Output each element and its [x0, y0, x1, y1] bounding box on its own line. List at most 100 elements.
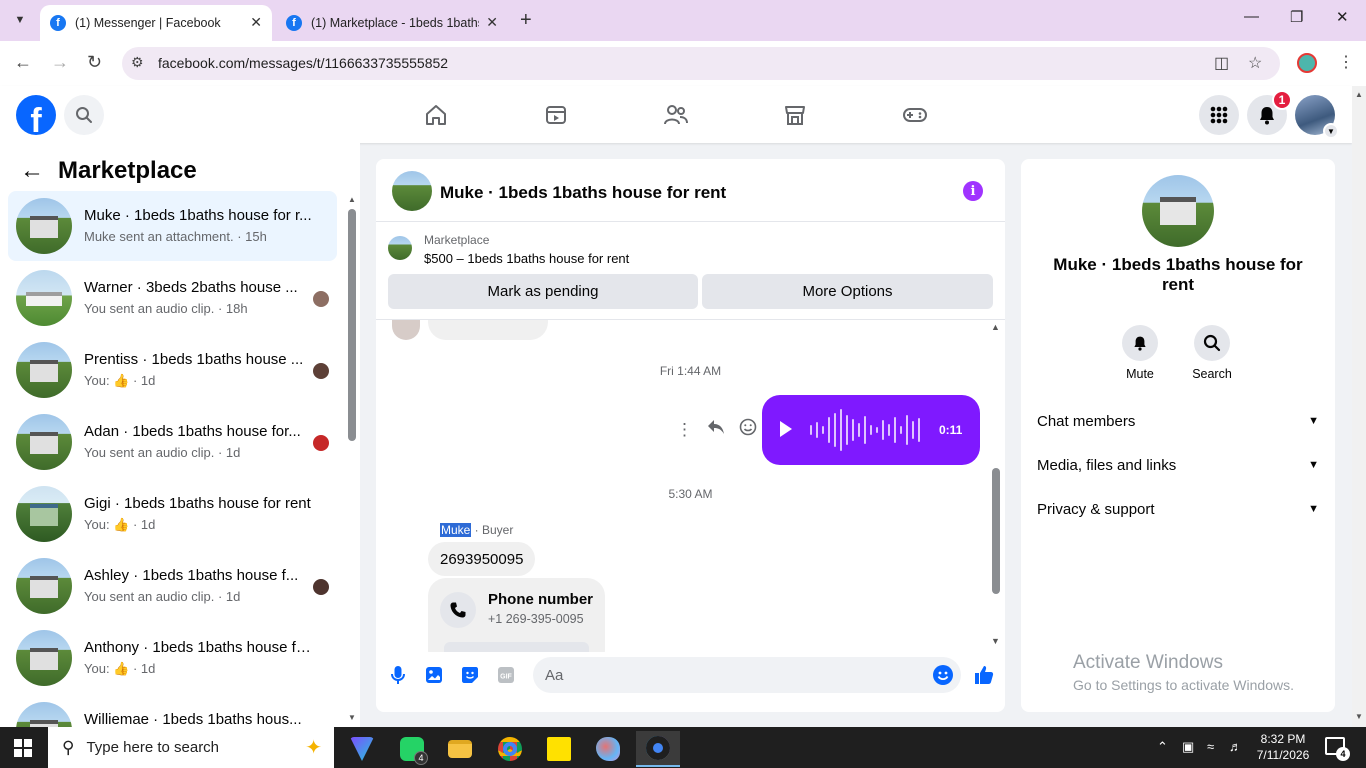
scroll-down-arrow-icon[interactable]: ▼: [1355, 712, 1363, 721]
conversation-item[interactable]: Ashley · 1beds 1baths house f... You sen…: [8, 551, 337, 621]
sticker-icon[interactable]: [460, 665, 480, 685]
video-icon[interactable]: [541, 100, 571, 130]
scroll-up-arrow-icon[interactable]: ▲: [1355, 90, 1363, 99]
taskbar-search-box[interactable]: ⚲ Type here to search ✦: [48, 727, 334, 768]
scroll-down-arrow-icon[interactable]: ▼: [991, 636, 1000, 646]
vpn-app-icon[interactable]: [342, 731, 382, 767]
privacy-support-section[interactable]: Privacy & support ▼: [1037, 495, 1319, 523]
restore-icon[interactable]: ❐: [1290, 8, 1303, 26]
media-files-links-section[interactable]: Media, files and links ▼: [1037, 451, 1319, 479]
browser-profile-icon[interactable]: [1297, 53, 1317, 73]
listing-avatar: [16, 342, 72, 398]
more-vertical-icon[interactable]: ⋮: [676, 420, 693, 440]
gif-icon[interactable]: GIF: [496, 665, 516, 685]
image-attach-icon[interactable]: [424, 665, 444, 685]
menu-grid-icon[interactable]: [1199, 95, 1239, 135]
mute-button[interactable]: Mute: [1110, 325, 1170, 381]
thumbs-up-icon: 👍: [113, 517, 130, 532]
message-scrollbar[interactable]: ▲ ▼: [989, 320, 1003, 652]
scroll-up-arrow-icon[interactable]: ▲: [991, 322, 1000, 332]
conversation-item[interactable]: Muke · 1beds 1baths house for r... Muke …: [8, 191, 337, 261]
scroll-up-arrow-icon[interactable]: ▲: [348, 195, 356, 204]
file-explorer-icon[interactable]: [440, 731, 480, 767]
whatsapp-app-icon[interactable]: 4: [392, 731, 432, 767]
tab-messenger[interactable]: f (1) Messenger | Facebook ✕: [40, 5, 272, 41]
conversation-item[interactable]: Adan · 1beds 1baths house for... You sen…: [8, 407, 337, 477]
search-icon[interactable]: [64, 95, 104, 135]
conversation-item[interactable]: Williemae · 1beds 1baths hous...: [8, 695, 337, 727]
facebook-logo-icon[interactable]: f: [16, 95, 56, 135]
home-icon[interactable]: [421, 100, 451, 130]
conversation-item[interactable]: Gigi · 1beds 1baths house for rent You: …: [8, 479, 337, 549]
close-tab-icon[interactable]: ✕: [486, 14, 498, 31]
message-actions: ⋮: [676, 418, 757, 441]
network-icon[interactable]: ≈: [1207, 739, 1214, 754]
listing-thumbnail[interactable]: [388, 236, 412, 260]
svg-text:GIF: GIF: [500, 674, 512, 681]
forward-arrow-icon[interactable]: →: [51, 52, 69, 73]
emoji-icon[interactable]: [933, 665, 953, 685]
back-arrow-icon[interactable]: ←: [14, 52, 32, 73]
taskbar-clock[interactable]: 8:32 PM 7/11/2026: [1253, 731, 1313, 763]
address-bar[interactable]: ⚙ facebook.com/messages/t/11666337355558…: [122, 47, 1280, 80]
chrome-active-app-icon[interactable]: [636, 731, 680, 767]
bookmark-star-icon[interactable]: ☆: [1248, 53, 1262, 73]
conversation-list-scrollbar[interactable]: ▲ ▼: [346, 193, 358, 723]
search-in-conversation-button[interactable]: Search: [1182, 325, 1242, 381]
conversation-name: Warner · 3beds 2baths house ...: [84, 279, 298, 296]
phone-card-value: +1 269-395-0095: [488, 612, 584, 626]
listing-avatar: [16, 198, 72, 254]
reply-icon[interactable]: [707, 419, 725, 440]
new-tab-icon[interactable]: +: [520, 9, 532, 32]
tab-search-chevron-icon[interactable]: ▼: [8, 8, 32, 32]
close-window-icon[interactable]: ✕: [1336, 8, 1349, 26]
windows-start-icon[interactable]: [14, 739, 32, 757]
conversation-list-panel: ← Marketplace Muke · 1beds 1baths house …: [0, 143, 360, 727]
more-options-button[interactable]: More Options: [702, 274, 993, 309]
minimize-icon[interactable]: —: [1244, 8, 1259, 25]
react-emoji-icon[interactable]: [739, 418, 757, 441]
paint-app-icon[interactable]: [588, 731, 628, 767]
install-app-icon[interactable]: ◫: [1214, 53, 1229, 73]
account-avatar[interactable]: ▼: [1295, 95, 1339, 139]
reload-icon[interactable]: ↻: [87, 52, 102, 73]
message-input[interactable]: [533, 657, 961, 693]
scrollbar-thumb[interactable]: [992, 468, 1000, 594]
gaming-icon[interactable]: [900, 100, 930, 130]
play-icon[interactable]: [780, 421, 792, 437]
microphone-icon[interactable]: [388, 665, 408, 685]
chat-avatar[interactable]: [392, 171, 432, 211]
conversation-preview: You: 👍 · 1d: [84, 517, 155, 533]
sticky-notes-icon[interactable]: [539, 731, 579, 767]
site-settings-icon[interactable]: ⚙: [131, 54, 144, 71]
chat-members-section[interactable]: Chat members ▼: [1037, 407, 1319, 435]
phone-number-card[interactable]: Phone number +1 269-395-0095: [428, 578, 605, 652]
conversation-item[interactable]: Prentiss · 1beds 1baths house ... You: 👍…: [8, 335, 337, 405]
preview-prefix: You:: [84, 517, 114, 532]
back-arrow-icon[interactable]: ←: [20, 157, 44, 185]
browser-menu-icon[interactable]: ⋮: [1338, 52, 1354, 72]
scrollbar-thumb[interactable]: [348, 209, 356, 441]
marketplace-listing-strip: Marketplace $500 – 1beds 1baths house fo…: [376, 222, 1005, 318]
listing-title[interactable]: $500 – 1beds 1baths house for rent: [424, 251, 629, 266]
phone-card-action-button[interactable]: [444, 642, 589, 652]
friends-icon[interactable]: [661, 100, 691, 130]
thumbs-up-send-icon[interactable]: [972, 663, 996, 687]
mark-pending-button[interactable]: Mark as pending: [388, 274, 698, 309]
marketplace-icon[interactable]: [780, 100, 810, 130]
tab-marketplace[interactable]: f (1) Marketplace - 1beds 1baths ✕: [276, 5, 508, 41]
chrome-app-icon[interactable]: [490, 731, 530, 767]
conversation-item[interactable]: Warner · 3beds 2baths house ... You sent…: [8, 263, 337, 333]
info-icon[interactable]: i: [963, 181, 983, 201]
audio-message[interactable]: 0:11: [762, 395, 980, 465]
device-icon[interactable]: ▣: [1182, 739, 1194, 755]
chat-title[interactable]: Muke · 1beds 1baths house for rent: [440, 183, 726, 203]
seen-avatar: [313, 435, 329, 451]
show-hidden-icons-icon[interactable]: ⌃: [1157, 739, 1168, 755]
close-tab-icon[interactable]: ✕: [250, 14, 262, 31]
conversation-item[interactable]: Anthony · 1beds 1baths house fo... You: …: [8, 623, 337, 693]
scroll-down-arrow-icon[interactable]: ▼: [348, 713, 356, 722]
volume-icon[interactable]: ♬: [1229, 739, 1242, 754]
listing-avatar[interactable]: [1142, 175, 1214, 247]
page-scrollbar[interactable]: ▲ ▼: [1352, 86, 1366, 727]
